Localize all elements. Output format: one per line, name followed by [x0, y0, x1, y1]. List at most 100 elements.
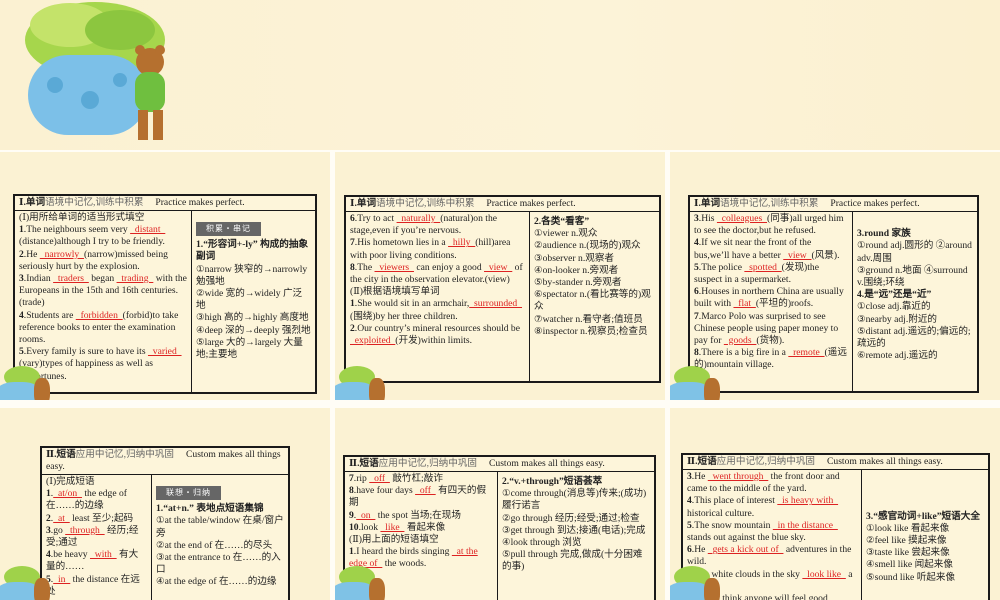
- bold-label: 7: [687, 568, 692, 580]
- note-item: ④at the edge of 在……的边缘: [156, 576, 277, 588]
- note-item: ③high 高的→highly 高度地: [196, 312, 309, 324]
- note-item: ①close adj.靠近的: [857, 301, 931, 313]
- notes-tag: 联想・归纳: [156, 486, 221, 501]
- exercise-item: (Ⅱ)根据语境填写单词: [350, 286, 440, 298]
- bold-label: 10: [349, 521, 359, 533]
- cartoon-bear-flowerpot-illustration: [25, 2, 165, 140]
- exercise-column: (Ⅰ)完成短语 1. at/on the edge of 在……的边缘 2. at …: [42, 475, 152, 600]
- note-item: ⑧inspector n.视察员;检查员: [534, 325, 648, 337]
- answer-blank: at/on: [53, 488, 82, 500]
- note-item: ②audience n.(现场的)观众: [534, 240, 641, 252]
- answer-blank: trading: [116, 273, 154, 285]
- title-banner: [0, 0, 1000, 150]
- note-item: [866, 474, 984, 486]
- bold-label: 5: [46, 573, 51, 585]
- header-motto: Practice makes perfect.: [155, 197, 245, 208]
- answer-blank: view: [484, 261, 513, 273]
- note-item: [857, 216, 973, 228]
- bold-label: 3.round 家族: [857, 228, 911, 240]
- exercise-item: 8.I don’t think anyone will feel good: [687, 593, 857, 600]
- slide-thumbnail[interactable]: Ⅱ.短语应用中记忆,归纳中巩固 Custom makes all things …: [670, 408, 1000, 600]
- note-item: ①viewer n.观众: [534, 228, 598, 240]
- bold-label: 4.是“远”还是“近”: [857, 289, 932, 301]
- bold-label: 4: [687, 495, 692, 507]
- exercise-item: 8.The viewers can enjoy a good view of t…: [350, 261, 523, 286]
- slide-thumbnail[interactable]: Ⅱ.短语应用中记忆,归纳中巩固 Custom makes all things …: [0, 408, 330, 600]
- exercise-table: Ⅰ.单词语境中记忆,训练中积累 Practice makes perfect. 3…: [688, 195, 979, 393]
- bold-label: 2: [350, 322, 355, 334]
- answer-blank: spotted: [744, 261, 782, 273]
- notes-column: 2.“v.+through”短语荟萃 ①come through(消息等)传来;(…: [498, 472, 654, 600]
- section-header: Ⅱ.短语应用中记忆,归纳中巩固 Custom makes all things …: [683, 455, 988, 470]
- section-header: Ⅰ.单词语境中记忆,训练中积累 Practice makes perfect.: [346, 197, 659, 212]
- exercise-item: 1. at/on the edge of 在……的边缘: [46, 488, 128, 512]
- note-item: ②feel like 摸起来像: [866, 535, 947, 547]
- exercise-table: Ⅱ.短语应用中记忆,归纳中巩固 Custom makes all things …: [681, 453, 990, 600]
- note-item: ③ground n.地面 ④surround v.围绕;环绕: [857, 264, 968, 289]
- slide-thumbnail[interactable]: Ⅰ.单词语境中记忆,训练中积累 Practice makes perfect. 3…: [670, 152, 1000, 400]
- bold-label: 8: [694, 347, 699, 359]
- exercise-item: 5. in the distance 在远处: [46, 573, 140, 597]
- bold-label: 6: [687, 544, 692, 556]
- note-item: ①round adj.圆形的 ②around adv.周围: [857, 240, 972, 264]
- note-item: 1.“形容词+-ly” 构成的抽象副词: [196, 239, 311, 263]
- notes-column: 3.“感官动词+like”短语大全 ①look like 看起来像 ②feel li…: [862, 470, 988, 600]
- header-label: Ⅱ.短语: [349, 458, 379, 469]
- bold-label: 5: [694, 261, 699, 273]
- slide-thumbnail[interactable]: Ⅰ.单词语境中记忆,训练中积累 Practice makes perfect. 6…: [335, 152, 665, 400]
- bold-label: 9: [349, 509, 354, 521]
- answer-blank: flat: [733, 298, 756, 310]
- answer-blank: off: [415, 485, 436, 497]
- exercise-column: 7.rip off 敲竹杠;敲诈 8.have four days off 有四天…: [345, 472, 498, 600]
- note-item: 4.是“远”还是“近”: [857, 289, 973, 301]
- answer-blank: look like: [802, 568, 846, 580]
- bold-label: 8: [350, 261, 355, 273]
- exercise-item: 1.I heard the birds singing at the edge …: [349, 546, 478, 570]
- answer-blank: with: [89, 549, 117, 561]
- note-item: ③at the entrance to 在……的入口: [156, 552, 281, 576]
- exercise-item: 4.This place of interest is heavy with h…: [687, 495, 839, 519]
- bold-label: 4: [46, 549, 51, 561]
- section-header: Ⅰ.单词语境中记忆,训练中积累 Practice makes perfect.: [690, 197, 977, 212]
- bold-label: 3: [687, 471, 692, 482]
- note-item: 1.“at+n.” 表地点短语集锦: [156, 503, 284, 515]
- note-item: ①narrow 狭窄的→narrowly 勉强地: [196, 263, 308, 287]
- bold-label: 7: [349, 473, 354, 484]
- slide-thumbnail[interactable]: Ⅱ.短语应用中记忆,归纳中巩固 Custom makes all things …: [335, 408, 665, 600]
- exercise-table: Ⅱ.短语应用中记忆,归纳中巩固 Custom makes all things …: [343, 455, 656, 600]
- answer-blank: went through: [707, 471, 769, 482]
- answer-blank: gets a kick out of: [707, 544, 784, 556]
- note-item: 3.“感官动词+like”短语大全: [866, 511, 984, 523]
- answer-blank: naturally: [396, 213, 441, 224]
- bold-label: 2: [19, 248, 24, 260]
- exercise-table: Ⅱ.短语应用中记忆,归纳中巩固 Custom makes all things …: [40, 446, 290, 600]
- exercise-table: Ⅰ.单词语境中记忆,训练中积累 Practice makes perfect. 6…: [344, 195, 661, 383]
- exercise-item: 4.If we sit near the front of the bus,we…: [694, 237, 840, 261]
- answer-blank: like: [380, 521, 405, 533]
- note-item: ①look like 看起来像: [866, 522, 950, 534]
- note-item: [866, 498, 984, 510]
- exercise-item: 3.He went through the front door and cam…: [687, 471, 840, 495]
- answer-blank: remote: [788, 347, 825, 359]
- exercise-item: 2. at least 至少;起码: [46, 512, 134, 524]
- section-header: Ⅰ.单词语境中记忆,训练中积累 Practice makes perfect.: [15, 196, 315, 211]
- bold-label: 3: [19, 273, 24, 285]
- slide-thumbnail[interactable]: Ⅰ.单词语境中记忆,训练中积累 Practice makes perfect.(…: [0, 152, 330, 400]
- header-subtitle: 语境中记忆,训练中积累: [45, 197, 156, 208]
- bold-label: 8: [687, 593, 692, 600]
- exercise-item: (Ⅰ)完成短语: [46, 476, 95, 487]
- exercise-column: (Ⅰ)用所给单词的适当形式填空 1.The neighbours seem ver…: [15, 211, 192, 392]
- answer-blank: goods: [723, 335, 757, 347]
- bold-label: 1: [46, 488, 51, 500]
- answer-blank: at: [53, 512, 70, 524]
- answer-blank: varied: [147, 346, 182, 358]
- bold-label: 5: [19, 346, 24, 358]
- exercise-item: 3.His colleagues (同事)all urged him to se…: [694, 213, 844, 237]
- bold-label: 6: [350, 213, 355, 224]
- header-subtitle: 应用中记忆,归纳中巩固: [75, 449, 186, 460]
- exercise-item: 7.His hometown lies in a hilly (hill)are…: [350, 237, 511, 261]
- exercise-item: 6.Try to act naturally (natural)on the s…: [350, 213, 498, 237]
- bold-label: 3: [46, 524, 51, 536]
- note-item: 3.round 家族: [857, 228, 973, 240]
- notes-tag: 积累・串记: [196, 222, 261, 237]
